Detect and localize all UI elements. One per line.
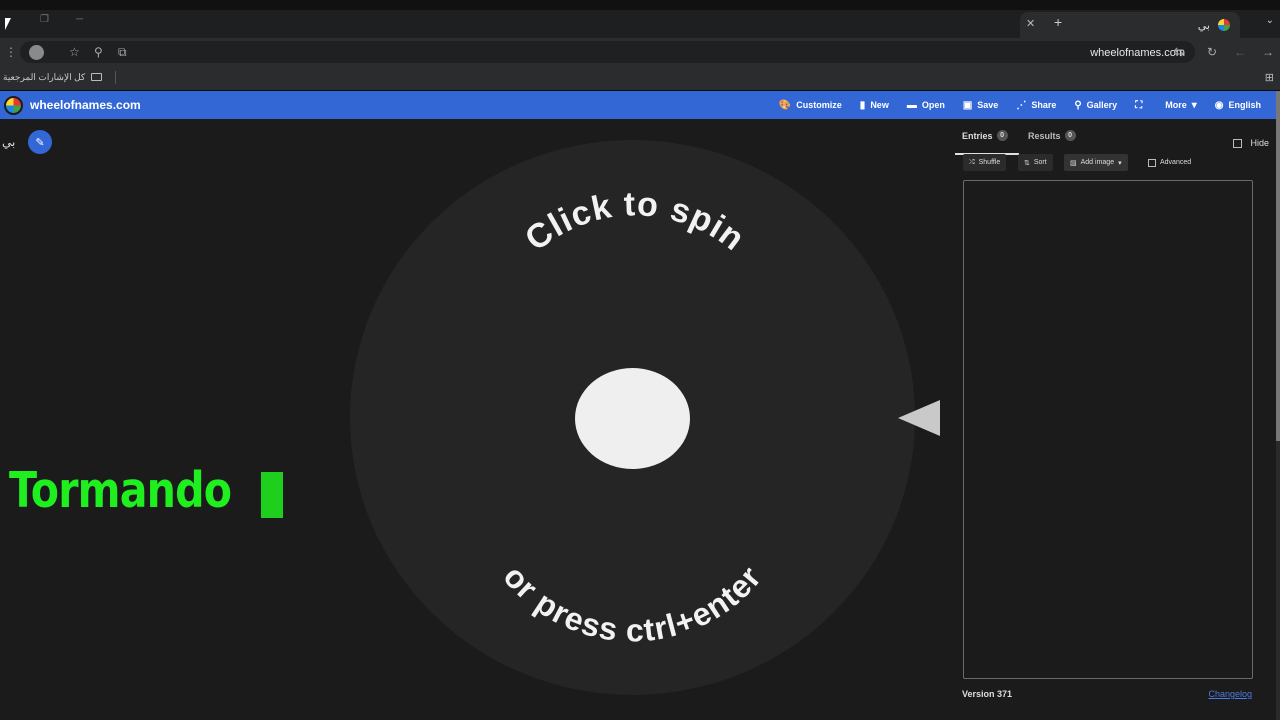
fullscreen-icon: ⛶ — [1135, 99, 1143, 111]
tab-results[interactable]: Results 0 — [1028, 130, 1076, 141]
chevron-down-icon: ▾ — [1118, 159, 1122, 167]
scrollbar-thumb[interactable] — [1276, 91, 1280, 441]
advanced-checkbox[interactable] — [1148, 159, 1156, 167]
press-ctrl-enter-text: or press ctrl+enter — [497, 558, 768, 648]
back-icon[interactable]: → — [1262, 45, 1274, 59]
sort-label: Sort — [1033, 159, 1047, 166]
hide-label: Hide — [1250, 138, 1269, 148]
changelog-link[interactable]: Changelog — [1208, 689, 1252, 699]
menu-item-english[interactable]: ◉ English — [1206, 91, 1270, 119]
browser-tab[interactable]: ✕ بي — [1020, 12, 1240, 38]
shuffle-button[interactable]: ⤮ Shuffle — [963, 154, 1007, 171]
overlay-text-cursor — [261, 472, 283, 518]
tab-favicon-icon — [1218, 19, 1230, 31]
close-tab-icon[interactable]: ✕ — [1026, 17, 1035, 30]
entries-panel: Entries 0 Results 0 Hide ⤮ Shuffle ⇅ Sor… — [952, 119, 1276, 720]
entries-count-badge: 0 — [996, 130, 1008, 141]
new-tab-icon[interactable]: + — [1054, 14, 1062, 30]
advanced-label: Advanced — [1160, 159, 1192, 166]
tab-title: بي — [1197, 19, 1210, 32]
wheel-center-hub[interactable] — [575, 368, 690, 469]
apps-grid-icon[interactable]: ⊞ — [1265, 71, 1274, 84]
tab-search-chevron-icon[interactable]: ⌄ — [1266, 15, 1274, 26]
menu-item-label: English — [1228, 100, 1261, 110]
add-image-label: Add image — [1080, 159, 1115, 166]
panel-tabs: Entries 0 Results 0 Hide — [952, 127, 1276, 155]
sort-button[interactable]: ⇅ Sort — [1018, 154, 1053, 171]
url-text[interactable]: wheelofnames.com — [1090, 47, 1185, 59]
menu-item-save[interactable]: ▣ Save — [954, 91, 1007, 119]
globe-icon: ◉ — [1214, 99, 1224, 111]
menu-item-label: More — [1165, 100, 1187, 110]
page-scrollbar[interactable] — [1276, 91, 1280, 720]
click-to-spin-text: Click to spin — [518, 185, 751, 258]
menu-item-label: Save — [977, 100, 999, 110]
shuffle-label: Shuffle — [978, 159, 1001, 166]
hide-checkbox[interactable] — [1233, 139, 1242, 148]
menu-item-fullscreen[interactable]: ⛶ — [1126, 91, 1156, 119]
version-label: Version 371 — [962, 689, 1013, 699]
overlay-caption: Tormando — [9, 462, 232, 519]
chevron-down-icon: ▾ — [1191, 99, 1197, 111]
search-icon: ⚲ — [1074, 99, 1082, 111]
menu-item-more[interactable]: More ▾ — [1156, 91, 1206, 119]
entries-textarea[interactable] — [963, 180, 1253, 679]
share-icon: ⋰ — [1016, 99, 1027, 111]
image-icon: ▨ — [1070, 159, 1077, 167]
tab-entries[interactable]: Entries 0 — [962, 130, 1008, 141]
menu-item-gallery[interactable]: ⚲ Gallery — [1065, 91, 1126, 119]
wheel-pointer-icon — [898, 400, 940, 436]
menu-item-share[interactable]: ⋰ Share — [1007, 91, 1065, 119]
results-count-badge: 0 — [1064, 130, 1076, 141]
tab-results-label: Results — [1028, 130, 1061, 141]
add-image-button[interactable]: ▨ Add image ▾ — [1064, 154, 1128, 171]
shuffle-icon: ⤮ — [969, 158, 975, 166]
menu-item-label: Share — [1031, 100, 1057, 110]
forward-icon[interactable]: ← — [1234, 45, 1246, 59]
menu-item-label: Gallery — [1086, 100, 1118, 110]
svg-text:or press ctrl+enter: or press ctrl+enter — [497, 558, 769, 648]
svg-text:Click to spin: Click to spin — [518, 185, 752, 258]
sort-icon: ⇅ — [1024, 159, 1030, 167]
reload-icon[interactable]: ↻ — [1207, 45, 1217, 59]
save-icon: ▣ — [962, 99, 973, 111]
site-settings-icon[interactable]: ⇆ — [1174, 45, 1184, 59]
tab-entries-label: Entries — [962, 130, 993, 141]
wheel-instruction-text: Click to spin or press ctrl+enter — [497, 185, 769, 648]
